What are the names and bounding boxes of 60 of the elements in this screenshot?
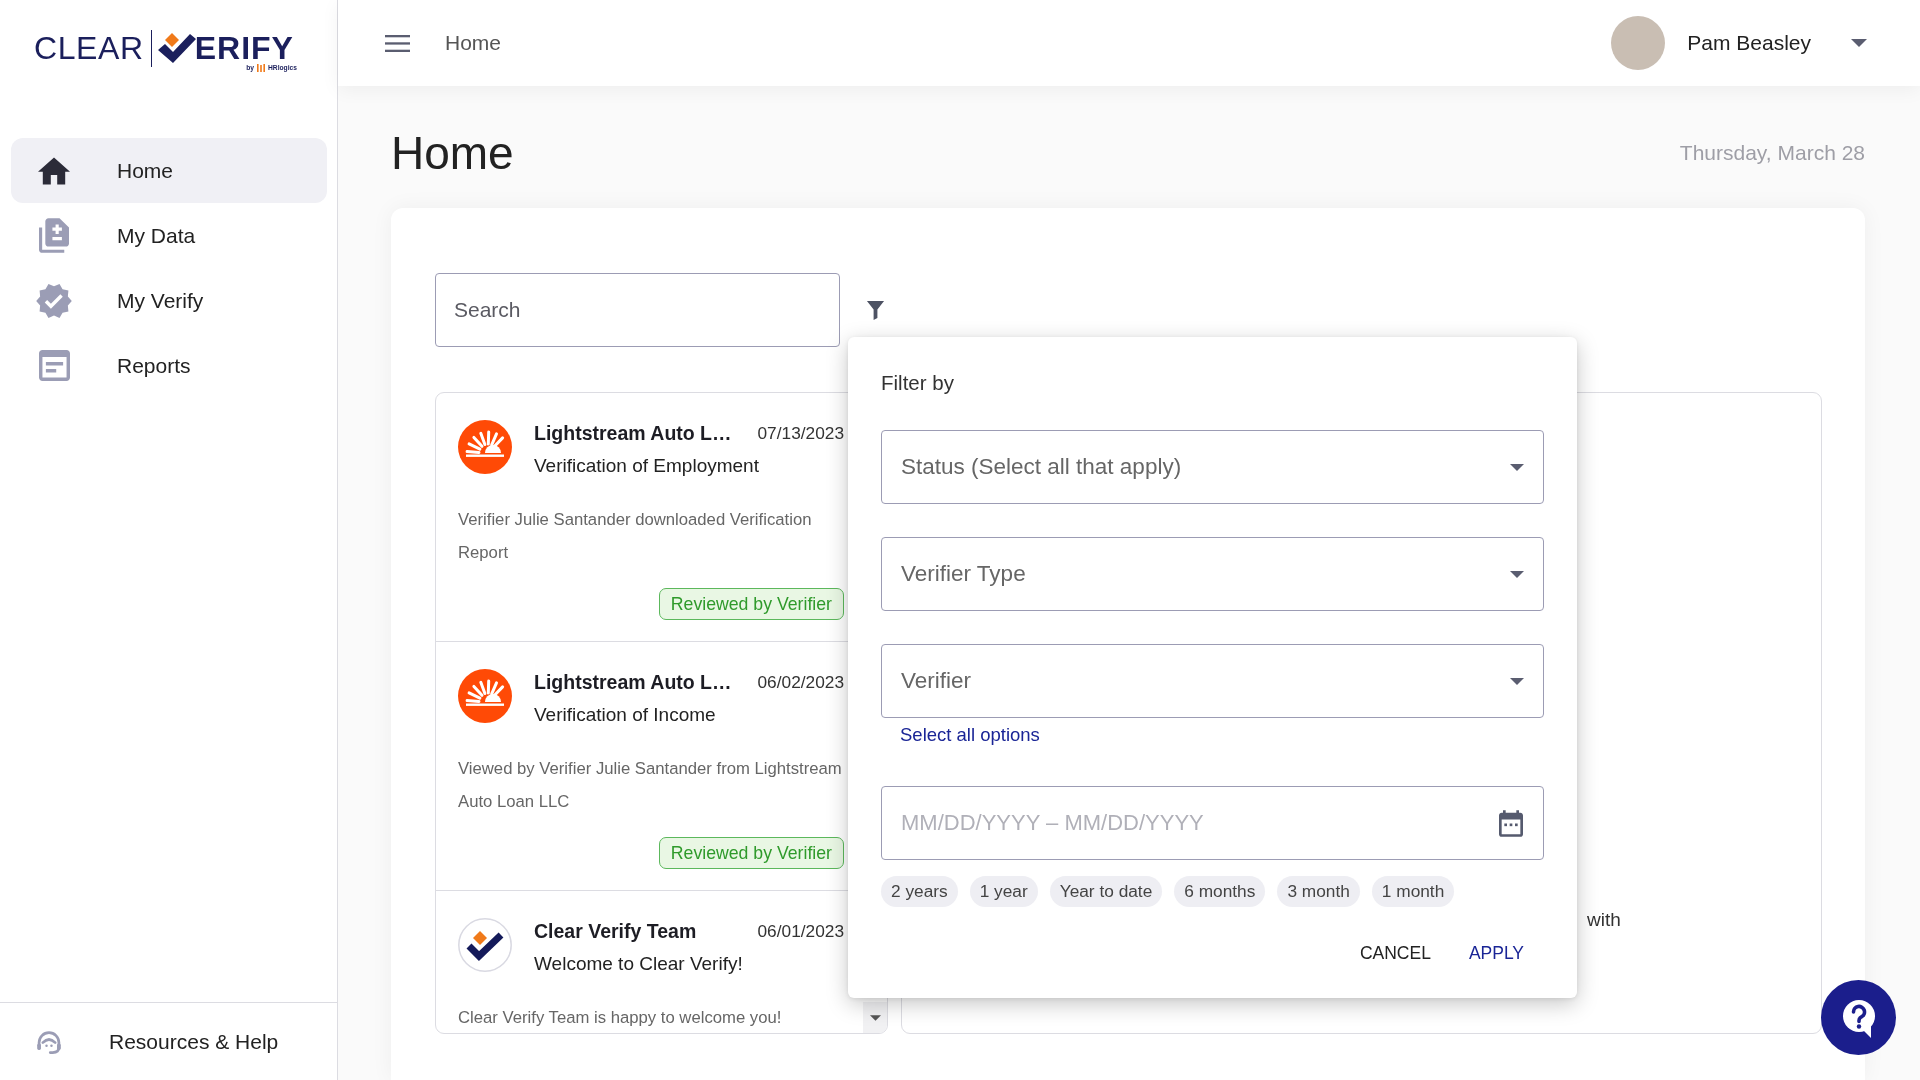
item-description: Clear Verify Team is happy to welcome you! xyxy=(458,1007,783,1029)
logo-text: CLEAR xyxy=(34,30,144,67)
bars-icon xyxy=(257,64,265,72)
caret-icon[interactable] xyxy=(1510,570,1524,578)
sunburst-icon xyxy=(458,669,512,723)
status-badge: Reviewed by Verifier xyxy=(658,588,844,620)
popup-title: Filter by xyxy=(881,371,954,395)
item-date: 06/01/2023 xyxy=(757,920,844,942)
nav-item[interactable]: Home xyxy=(11,138,327,203)
user-name: Pam Beasley xyxy=(1687,31,1811,55)
scroll-down-button[interactable] xyxy=(863,1002,887,1033)
nav-item[interactable]: Resources & Help xyxy=(0,1011,279,1072)
document-lines-icon xyxy=(38,350,70,381)
page-date: Thursday, March 28 xyxy=(1679,141,1865,165)
item-title: Lightstream Auto L… xyxy=(534,421,732,445)
item-subtitle: Welcome to Clear Verify! xyxy=(534,952,744,976)
headset-icon xyxy=(34,1028,64,1055)
preset-chip[interactable]: 6 months xyxy=(1174,876,1266,907)
caret-icon[interactable] xyxy=(1510,677,1524,685)
item-title: Lightstream Auto L… xyxy=(534,670,732,694)
preset-chip[interactable]: 1 year xyxy=(969,876,1038,907)
apply-button[interactable]: APPLY xyxy=(1464,933,1528,973)
item-description: Viewed by Verifier Julie Santander from Lightstream Auto Loan LLC xyxy=(458,758,843,813)
page-breadcrumb: Home xyxy=(445,31,502,55)
preset-chip[interactable]: Year to date xyxy=(1049,876,1163,907)
item-date: 07/13/2023 xyxy=(757,422,844,444)
nav-item[interactable]: Reports xyxy=(11,333,327,398)
preset-chip[interactable]: 3 month xyxy=(1277,876,1360,907)
menu-icon xyxy=(385,34,410,52)
caret-icon[interactable] xyxy=(869,1014,881,1021)
home-icon xyxy=(38,156,70,185)
menu-button[interactable] xyxy=(385,34,410,52)
item-date: 06/02/2023 xyxy=(757,671,844,693)
nav-item[interactable]: My Verify xyxy=(11,268,327,333)
status-badge: Reviewed by Verifier xyxy=(658,837,844,869)
page-title: Home xyxy=(391,126,514,180)
nav-item[interactable]: My Data xyxy=(11,203,327,268)
item-subtitle: Verification of Income xyxy=(534,703,717,727)
document-plus-icon xyxy=(39,218,69,253)
dropdown-field[interactable]: Verifier Type xyxy=(881,537,1544,611)
caret-icon[interactable] xyxy=(1851,39,1867,47)
cancel-button[interactable]: CANCEL xyxy=(1355,933,1435,973)
date-range-field[interactable]: MM/DD/YYYY – MM/DD/YYYY xyxy=(881,786,1544,860)
item-title: Clear Verify Team xyxy=(534,919,697,943)
caret-icon[interactable] xyxy=(1510,463,1524,471)
dropdown-field[interactable]: Status (Select all that apply) xyxy=(881,430,1544,504)
detail-text: with xyxy=(1587,908,1621,932)
filter-icon xyxy=(866,299,885,321)
verified-badge-icon xyxy=(36,283,72,318)
calendar-icon[interactable] xyxy=(1499,810,1523,837)
preset-chip[interactable]: 2 years xyxy=(881,876,958,907)
logo-text: ERIFY xyxy=(194,30,294,66)
sunburst-icon xyxy=(458,420,512,474)
dropdown-field[interactable]: Verifier xyxy=(881,644,1544,718)
item-description: Verifier Julie Santander downloaded Verification Report xyxy=(458,509,813,564)
filter-button[interactable] xyxy=(866,299,885,321)
select-all-link[interactable]: Select all options xyxy=(900,724,1040,746)
item-subtitle: Verification of Employment xyxy=(534,454,760,478)
search-field[interactable]: Search xyxy=(435,273,840,347)
preset-chip[interactable]: 1 month xyxy=(1371,876,1455,907)
